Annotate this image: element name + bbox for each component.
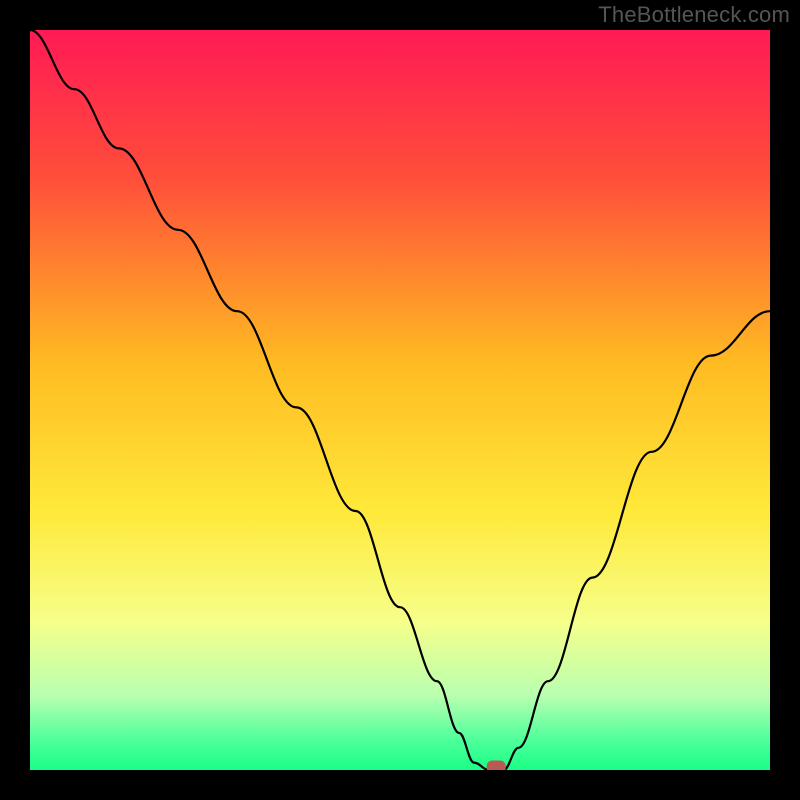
gradient-backdrop: [30, 30, 770, 770]
plot-area: [30, 30, 770, 770]
chart-svg: [30, 30, 770, 770]
watermark-text: TheBottleneck.com: [598, 2, 790, 28]
optimum-marker: [487, 761, 505, 770]
chart-frame: TheBottleneck.com: [0, 0, 800, 800]
